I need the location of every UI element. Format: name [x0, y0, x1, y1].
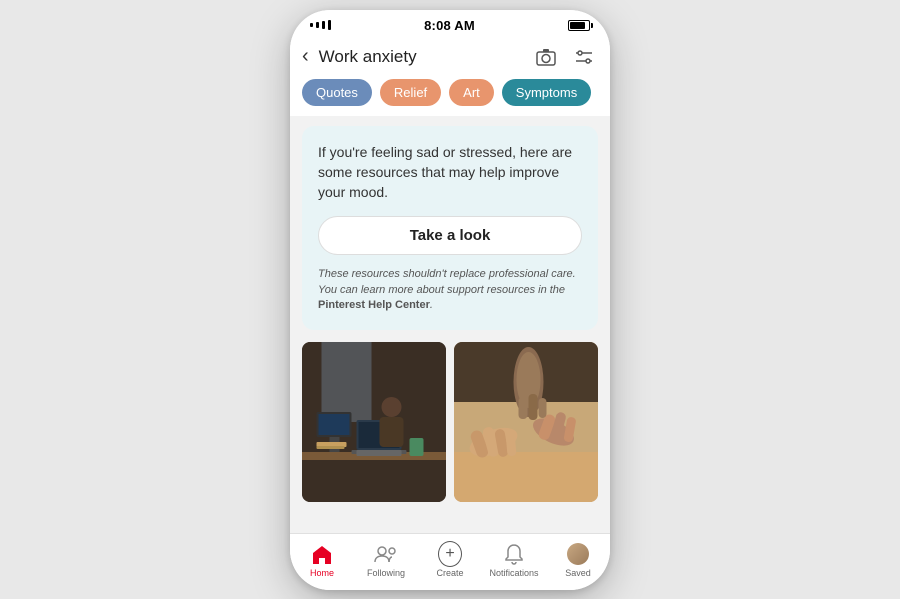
avatar-icon: [566, 542, 590, 566]
search-bar: ‹ Work anxiety: [290, 37, 610, 79]
hands-image: [454, 342, 598, 502]
disclaimer-body: These resources shouldn't replace profes…: [318, 268, 576, 295]
tab-art[interactable]: Art: [449, 79, 494, 106]
image-hands[interactable]: [454, 342, 598, 502]
take-look-button[interactable]: Take a look: [318, 216, 582, 255]
content-area: If you're feeling sad or stressed, here …: [290, 116, 610, 533]
create-icon: +: [438, 542, 462, 566]
signal-bar-2: [316, 22, 319, 28]
resource-card-text: If you're feeling sad or stressed, here …: [318, 142, 582, 203]
signal-bar-1: [310, 23, 313, 27]
tab-symptoms[interactable]: Symptoms: [502, 79, 591, 106]
nav-home[interactable]: Home: [290, 542, 354, 578]
battery-fill: [570, 22, 585, 29]
signal-bar-4: [328, 20, 331, 30]
filter-icon: [574, 48, 594, 66]
nav-create-label: Create: [436, 568, 463, 578]
search-title: Work anxiety: [319, 47, 522, 67]
nav-create[interactable]: + Create: [418, 542, 482, 578]
tab-quotes[interactable]: Quotes: [302, 79, 372, 106]
signal-area: [310, 20, 331, 30]
back-button[interactable]: ‹: [302, 45, 309, 68]
status-bar: 8:08 AM: [290, 10, 610, 37]
status-time: 8:08 AM: [424, 18, 475, 33]
image-work-desk[interactable]: [302, 342, 446, 502]
camera-icon: [536, 48, 556, 66]
nav-notifications-label: Notifications: [489, 568, 538, 578]
battery-icon: [568, 20, 590, 31]
disclaimer-text: These resources shouldn't replace profes…: [318, 267, 582, 313]
camera-button[interactable]: [532, 43, 560, 71]
nav-saved-label: Saved: [565, 568, 591, 578]
avatar-image: [567, 543, 589, 565]
status-right-area: [568, 20, 590, 31]
tab-relief[interactable]: Relief: [380, 79, 441, 106]
nav-saved[interactable]: Saved: [546, 542, 610, 578]
nav-following-label: Following: [367, 568, 405, 578]
resource-card: If you're feeling sad or stressed, here …: [302, 126, 598, 330]
image-grid: [302, 342, 598, 502]
create-plus-circle: +: [438, 541, 462, 567]
nav-following[interactable]: Following: [354, 542, 418, 578]
work-desk-image: [302, 342, 446, 502]
bell-icon: [502, 542, 526, 566]
phone-frame: 8:08 AM ‹ Work anxiety Q: [290, 10, 610, 590]
disclaimer-link[interactable]: Pinterest Help Center: [318, 299, 430, 311]
disclaimer-end: .: [430, 299, 433, 311]
nav-notifications[interactable]: Notifications: [482, 542, 546, 578]
tab-bar: Quotes Relief Art Symptoms: [290, 79, 610, 116]
nav-home-label: Home: [310, 568, 334, 578]
signal-bar-3: [322, 21, 325, 29]
home-icon: [310, 542, 334, 566]
following-icon: [374, 542, 398, 566]
bottom-nav: Home Following + Create: [290, 533, 610, 590]
filter-button[interactable]: [570, 43, 598, 71]
